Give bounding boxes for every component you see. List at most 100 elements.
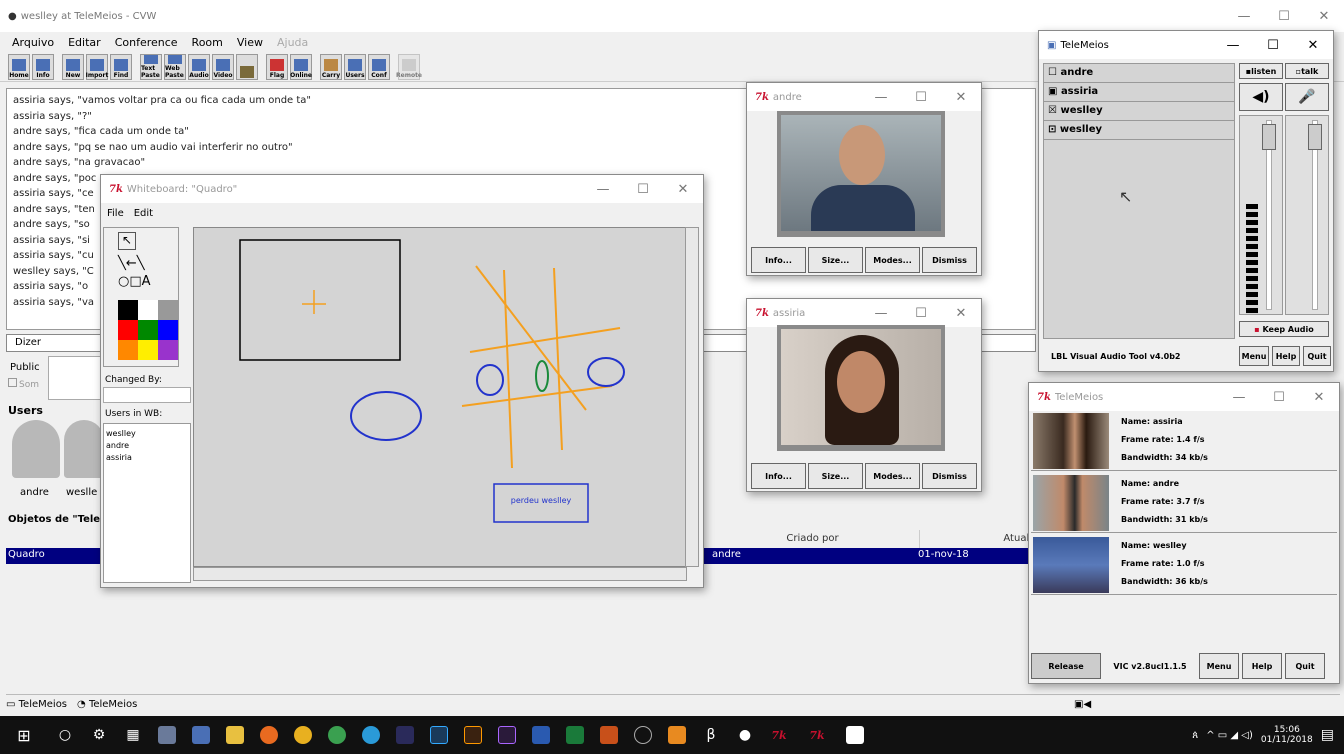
tk-app-icon[interactable]: 7k	[762, 729, 796, 742]
minimize-icon[interactable]: —	[861, 306, 901, 321]
illustrator-icon[interactable]	[464, 726, 482, 744]
help-button[interactable]: Help	[1242, 653, 1282, 679]
app-icon[interactable]	[396, 726, 414, 744]
line-tool-icon[interactable]: ╲←╲	[118, 256, 145, 271]
firefox-icon[interactable]	[260, 726, 278, 744]
conf-button[interactable]: Conf	[368, 53, 390, 80]
excel-icon[interactable]	[566, 726, 584, 744]
close-icon[interactable]: ✕	[1304, 9, 1344, 24]
tray-icons[interactable]: ^ ▭ ◢ ◁)	[1206, 730, 1253, 741]
slider-thumb[interactable]	[1262, 124, 1276, 150]
participant-row[interactable]: Name: andre Frame rate: 3.7 f/s Bandwidt…	[1031, 473, 1337, 533]
word-icon[interactable]	[532, 726, 550, 744]
minimize-icon[interactable]: —	[1224, 9, 1264, 24]
output-volume-slider[interactable]	[1239, 115, 1283, 315]
quit-button[interactable]: Quit	[1285, 653, 1325, 679]
info-button[interactable]: Info	[32, 53, 54, 80]
size-button[interactable]: Size...	[808, 463, 863, 489]
col-atualizado[interactable]: Atuali	[920, 530, 1036, 548]
close-icon[interactable]: ✕	[1293, 38, 1333, 53]
text-paste-button[interactable]: Text Paste	[140, 53, 162, 80]
thumbnail-assiria[interactable]	[1033, 413, 1109, 469]
color-swatch[interactable]	[118, 340, 138, 360]
talk-toggle[interactable]: ▫ talk	[1285, 63, 1329, 79]
menu-room[interactable]: Room	[192, 36, 223, 49]
import-button[interactable]: Import	[86, 53, 108, 80]
users-button[interactable]: Users	[344, 53, 366, 80]
user-avatar-andre[interactable]	[12, 420, 60, 478]
menu-view[interactable]: View	[237, 36, 263, 49]
maximize-icon[interactable]: ☐	[901, 90, 941, 105]
search-icon[interactable]: ○	[48, 727, 82, 743]
close-icon[interactable]: ✕	[1299, 390, 1339, 405]
minimize-icon[interactable]: —	[1219, 390, 1259, 405]
col-criado-por[interactable]: Criado por	[706, 530, 920, 548]
whiteboard-button[interactable]	[236, 53, 258, 80]
list-item[interactable]: ☒ weslley	[1044, 102, 1234, 121]
dismiss-button[interactable]: Dismiss	[922, 247, 977, 273]
thumbnail-weslley[interactable]	[1033, 537, 1109, 593]
maximize-icon[interactable]: ☐	[1259, 390, 1299, 405]
input-volume-slider[interactable]	[1285, 115, 1329, 315]
color-swatch[interactable]	[158, 300, 178, 320]
app-icon[interactable]	[328, 726, 346, 744]
online-button[interactable]: Online	[290, 53, 312, 80]
color-swatch[interactable]	[118, 320, 138, 340]
size-button[interactable]: Size...	[808, 247, 863, 273]
list-item[interactable]: andre	[106, 440, 188, 452]
calculator-icon[interactable]: ▦	[116, 727, 150, 743]
menu-editar[interactable]: Editar	[68, 36, 101, 49]
horizontal-scrollbar[interactable]	[193, 567, 687, 581]
color-swatch[interactable]	[138, 300, 158, 320]
color-swatch[interactable]	[138, 340, 158, 360]
menu-arquivo[interactable]: Arquivo	[12, 36, 54, 49]
menu-file[interactable]: File	[107, 208, 124, 219]
vertical-scrollbar[interactable]	[685, 227, 699, 567]
microphone-icon[interactable]: 🎤	[1285, 83, 1329, 111]
app-icon[interactable]	[158, 726, 176, 744]
app-icon[interactable]	[634, 726, 652, 744]
user-icon[interactable]: ●	[728, 727, 762, 743]
minimize-icon[interactable]: —	[1213, 38, 1253, 53]
app-icon[interactable]	[192, 726, 210, 744]
photoshop-icon[interactable]	[430, 726, 448, 744]
clock[interactable]: 15:06 01/11/2018	[1261, 725, 1313, 745]
shape-tool-icon[interactable]: ○□A	[118, 274, 151, 289]
audio-button[interactable]: Audio	[188, 53, 210, 80]
close-icon[interactable]: ✕	[941, 306, 981, 321]
list-item[interactable]: ☐ andre	[1044, 64, 1234, 83]
app-icon[interactable]: β	[694, 727, 728, 743]
color-swatch[interactable]	[158, 320, 178, 340]
list-item[interactable]: weslley	[106, 428, 188, 440]
find-button[interactable]: Find	[110, 53, 132, 80]
help-button[interactable]: Help	[1272, 346, 1300, 366]
public-input[interactable]	[48, 356, 108, 400]
menu-button[interactable]: Menu	[1239, 346, 1269, 366]
new-button[interactable]: New	[62, 53, 84, 80]
file-explorer-icon[interactable]	[226, 726, 244, 744]
quit-button[interactable]: Quit	[1303, 346, 1331, 366]
remote-button[interactable]: Remote	[396, 53, 422, 80]
release-button[interactable]: Release	[1031, 653, 1101, 679]
user-avatar-weslley[interactable]	[64, 420, 104, 478]
maximize-icon[interactable]: ☐	[901, 306, 941, 321]
status-audio-icon[interactable]: ▣◀	[1074, 699, 1091, 710]
minimize-icon[interactable]: —	[861, 90, 901, 105]
tk-app-icon[interactable]: 7k	[800, 729, 834, 742]
notifications-icon[interactable]: ▤	[1321, 727, 1334, 743]
info-button[interactable]: Info...	[751, 247, 806, 273]
start-icon[interactable]: ⊞	[0, 726, 48, 745]
info-button[interactable]: Info...	[751, 463, 806, 489]
maximize-icon[interactable]: ☐	[1264, 9, 1304, 24]
menu-conference[interactable]: Conference	[115, 36, 178, 49]
some-checkbox[interactable]: Som	[8, 378, 39, 390]
menu-ajuda[interactable]: Ajuda	[277, 36, 308, 49]
carry-button[interactable]: Carry	[320, 53, 342, 80]
minimize-icon[interactable]: —	[583, 182, 623, 197]
people-icon[interactable]: ጰ	[1192, 730, 1198, 741]
status-item-telemeios[interactable]: ▭ TeleMeios	[6, 699, 67, 710]
list-item[interactable]: ⊡ weslley	[1044, 121, 1234, 140]
listen-toggle[interactable]: ▪ listen	[1239, 63, 1283, 79]
thumbnail-andre[interactable]	[1033, 475, 1109, 531]
chrome-icon[interactable]	[294, 726, 312, 744]
